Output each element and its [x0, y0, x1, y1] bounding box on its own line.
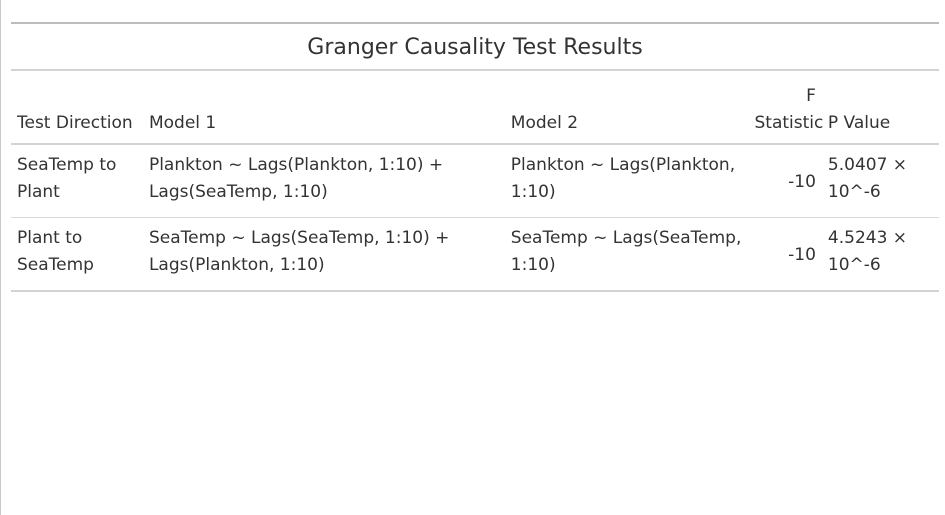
table-row: SeaTemp to Plant Plankton ~ Lags(Plankto… [11, 144, 939, 218]
table-row: Plant to SeaTemp SeaTemp ~ Lags(SeaTemp,… [11, 217, 939, 292]
header-f-statistic-line1: F [806, 86, 816, 106]
table-title: Granger Causality Test Results [11, 24, 939, 71]
header-p-value: P Value [821, 71, 939, 145]
granger-results-table: Test Direction Model 1 Model 2 F Statisti… [11, 71, 939, 292]
cell-f-statistic: -10 [748, 144, 822, 218]
cell-model-1: SeaTemp ~ Lags(SeaTemp, 1:10) + Lags(Pla… [142, 217, 505, 292]
cell-p-value: 4.5243 × 10^-6 [821, 217, 939, 292]
header-model-1: Model 1 [142, 71, 505, 145]
header-f-statistic: F Statistic [748, 71, 824, 145]
header-f-statistic-line2: Statistic [754, 113, 824, 133]
header-row: Test Direction Model 1 Model 2 F Statisti… [11, 71, 939, 145]
panel-left-border [0, 0, 1, 515]
cell-test-direction: SeaTemp to Plant [11, 144, 143, 218]
cell-test-direction: Plant to SeaTemp [11, 217, 143, 292]
cell-f-statistic: -10 [748, 217, 822, 292]
cell-p-value: 5.0407 × 10^-6 [821, 144, 939, 218]
results-table-container: Granger Causality Test Results Test Dire… [11, 22, 939, 292]
header-test-direction: Test Direction [11, 71, 143, 145]
header-model-2: Model 2 [504, 71, 749, 145]
cell-model-2: SeaTemp ~ Lags(SeaTemp, 1:10) [504, 217, 749, 292]
cell-model-2: Plankton ~ Lags(Plankton, 1:10) [504, 144, 749, 218]
cell-model-1: Plankton ~ Lags(Plankton, 1:10) + Lags(S… [142, 144, 505, 218]
